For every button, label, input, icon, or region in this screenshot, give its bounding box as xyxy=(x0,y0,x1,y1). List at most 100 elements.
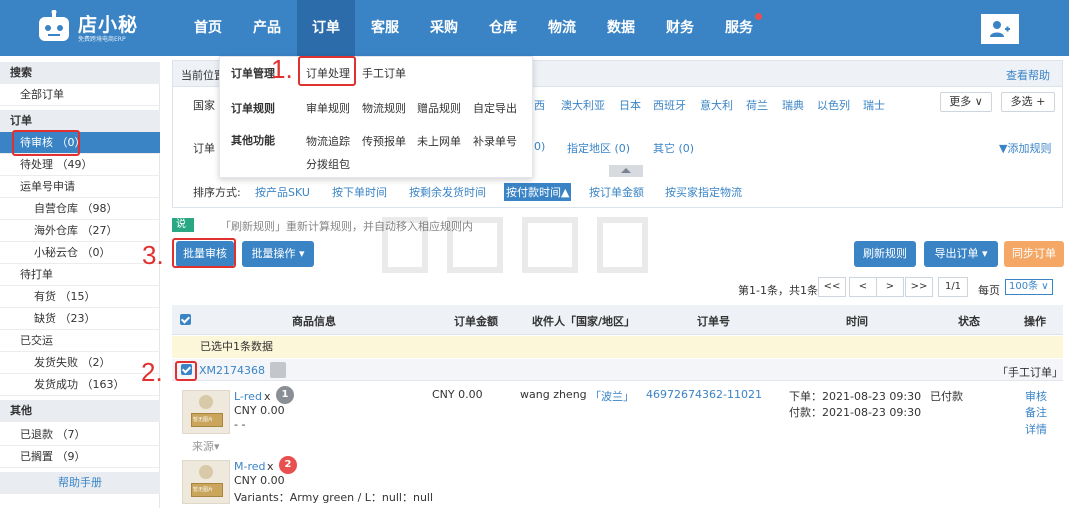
country-link[interactable]: 瑞士 xyxy=(863,97,885,113)
menu-item-split-pack[interactable]: 分拨组包 xyxy=(306,156,350,172)
menu-item-fill-tracking[interactable]: 补录单号 xyxy=(473,133,517,149)
nav-logistics[interactable]: 物流 xyxy=(533,0,591,56)
nav-customer-service[interactable]: 客服 xyxy=(356,0,414,56)
placeholder-figure xyxy=(199,395,213,409)
order-header-row: XM2174368 「手工订单」 xyxy=(172,359,1063,381)
pager-last[interactable]: >> xyxy=(905,277,933,297)
sort-option[interactable]: 按剩余发货时间 xyxy=(409,184,486,200)
sidebar-help-manual[interactable]: 帮助手册 xyxy=(0,472,160,494)
menu-item-custom-export[interactable]: 自定导出 xyxy=(473,100,517,116)
step-marker-1: 1. xyxy=(271,54,293,84)
country-link[interactable]: 日本 xyxy=(619,97,641,113)
sidebar-item-all-orders[interactable]: 全部订单 xyxy=(0,84,160,106)
menu-item-logistics-rules[interactable]: 物流规则 xyxy=(362,100,406,116)
country-link[interactable]: 澳大利亚 xyxy=(561,97,605,113)
sidebar-item-delivered[interactable]: 已交运 xyxy=(0,330,160,352)
menu-item-review-rules[interactable]: 审单规则 xyxy=(306,100,350,116)
order-number-link[interactable]: 46972674362-11021 xyxy=(646,388,762,401)
nav-finance[interactable]: 财务 xyxy=(651,0,709,56)
product-image[interactable]: 暂无图片 xyxy=(182,390,230,434)
sidebar-item-tracking-apply[interactable]: 运单号申请 xyxy=(0,176,160,198)
sidebar-item-to-print[interactable]: 待打单 xyxy=(0,264,160,286)
select-all-checkbox[interactable] xyxy=(180,314,191,325)
order-amount: CNY 0.00 xyxy=(432,388,483,401)
pager-first[interactable]: << xyxy=(818,277,846,297)
sync-orders-button[interactable]: 同步订单 xyxy=(1004,241,1064,267)
source-dropdown[interactable]: 来源▾ xyxy=(192,438,220,454)
user-account-button[interactable] xyxy=(981,14,1019,44)
highlight-order-process xyxy=(298,56,356,86)
export-orders-button[interactable]: 导出订单 ▾ xyxy=(924,241,998,267)
order-tag-square[interactable] xyxy=(270,362,286,378)
pager-prev[interactable]: < xyxy=(849,277,877,297)
note-action-link[interactable]: 备注 xyxy=(1025,404,1047,420)
menu-item-pre-report[interactable]: 传预报单 xyxy=(362,133,406,149)
country-link[interactable]: 以色列 xyxy=(817,97,850,113)
collapse-toggle[interactable] xyxy=(609,165,643,177)
detail-action-link[interactable]: 详情 xyxy=(1025,421,1047,437)
nav-warehouse[interactable]: 仓库 xyxy=(474,0,532,56)
country-link[interactable]: 西 xyxy=(534,97,545,113)
review-action-link[interactable]: 审核 xyxy=(1025,388,1047,404)
logo[interactable]: 店小秘 免费跨境电商ERP xyxy=(36,8,146,48)
nav-orders[interactable]: 订单 xyxy=(297,0,355,56)
nav-purchase[interactable]: 采购 xyxy=(415,0,473,56)
selection-notice: 已选中1条数据 xyxy=(172,336,1063,358)
sidebar-item-own-warehouse[interactable]: 自营仓库 （98） xyxy=(0,198,160,220)
step-marker-2: 2. xyxy=(141,357,163,387)
add-rule-link[interactable]: ▼添加规则 xyxy=(999,140,1051,156)
menu-item-not-online[interactable]: 未上网单 xyxy=(417,133,461,149)
sidebar-item-shelved[interactable]: 已搁置 （9） xyxy=(0,446,160,468)
sort-option[interactable]: 按产品SKU xyxy=(255,184,310,200)
sort-option[interactable]: 按买家指定物流 xyxy=(665,184,742,200)
country-link[interactable]: 瑞典 xyxy=(782,97,804,113)
more-button-label: 更多 xyxy=(949,95,972,108)
menu-group-other-functions: 其他功能 xyxy=(231,134,275,147)
sidebar-item-xiaomi-warehouse[interactable]: 小秘云仓 （0） xyxy=(0,242,160,264)
more-countries-button[interactable]: 更多 ∨ xyxy=(940,92,992,112)
country-link[interactable]: 意大利 xyxy=(700,97,733,113)
sort-option-active[interactable]: 按付款时间▲ xyxy=(504,183,572,201)
column-header: 状态 xyxy=(958,315,980,328)
country-link[interactable]: 荷兰 xyxy=(746,97,768,113)
pager-summary: 第1-1条，共1条 xyxy=(738,284,818,297)
country-link[interactable]: 西班牙 xyxy=(653,97,686,113)
menu-item-gift-rules[interactable]: 赠品规则 xyxy=(417,100,461,116)
sidebar-item-overseas-warehouse[interactable]: 海外仓库 （27） xyxy=(0,220,160,242)
no-image-label: 暂无图片 xyxy=(193,487,214,493)
step-marker-3: 3. xyxy=(142,240,164,270)
sidebar: 搜索 全部订单 订单 待审核 （0） 待处理 （49） 运单号申请 自营仓库 （… xyxy=(0,62,160,508)
sidebar-item-pending-process[interactable]: 待处理 （49） xyxy=(0,154,160,176)
batch-operations-button[interactable]: 批量操作 ▾ xyxy=(242,241,314,267)
nav-data[interactable]: 数据 xyxy=(592,0,650,56)
nav-products[interactable]: 产品 xyxy=(238,0,296,56)
product-sku-link[interactable]: L-red xyxy=(234,390,262,403)
multi-select-button[interactable]: 多选 + xyxy=(1001,92,1055,112)
product-image[interactable]: 暂无图片 xyxy=(182,460,230,504)
nav-services-label: 服务 xyxy=(725,20,753,36)
sort-option[interactable]: 按下单时间 xyxy=(332,184,387,200)
refresh-rules-button[interactable]: 刷新规则 xyxy=(854,241,916,267)
category-filter-link[interactable]: 其它 (0) xyxy=(653,140,694,156)
nav-home[interactable]: 首页 xyxy=(179,0,237,56)
product-sku-link[interactable]: M-red xyxy=(234,460,266,473)
menu-item-logistics-tracking[interactable]: 物流追踪 xyxy=(306,133,350,149)
sidebar-item-ship-success[interactable]: 发货成功 （163） xyxy=(0,374,160,396)
help-link[interactable]: 查看帮助 xyxy=(1006,67,1050,83)
logo-text: 店小秘 xyxy=(78,14,139,36)
order-id-link[interactable]: XM2174368 xyxy=(199,364,265,377)
sidebar-item-ship-failed[interactable]: 发货失败 （2） xyxy=(0,352,160,374)
product-qty: x xyxy=(264,390,271,403)
category-filter-link[interactable]: 0) xyxy=(534,140,545,153)
sidebar-item-refunded[interactable]: 已退款 （7） xyxy=(0,424,160,446)
menu-item-manual-order[interactable]: 手工订单 xyxy=(362,65,406,81)
nav-services[interactable]: 服务 xyxy=(710,0,768,56)
sidebar-item-out-of-stock[interactable]: 缺货 （23） xyxy=(0,308,160,330)
category-filter-link[interactable]: 指定地区 (0) xyxy=(567,140,630,156)
pager-next[interactable]: > xyxy=(876,277,904,297)
column-header: 时间 xyxy=(846,315,868,328)
page-size-select[interactable]: 100条 ∨ xyxy=(1005,279,1053,295)
sidebar-item-in-stock[interactable]: 有货 （15） xyxy=(0,286,160,308)
number-badge: 1 xyxy=(276,386,294,404)
sort-option[interactable]: 按订单金额 xyxy=(589,184,644,200)
